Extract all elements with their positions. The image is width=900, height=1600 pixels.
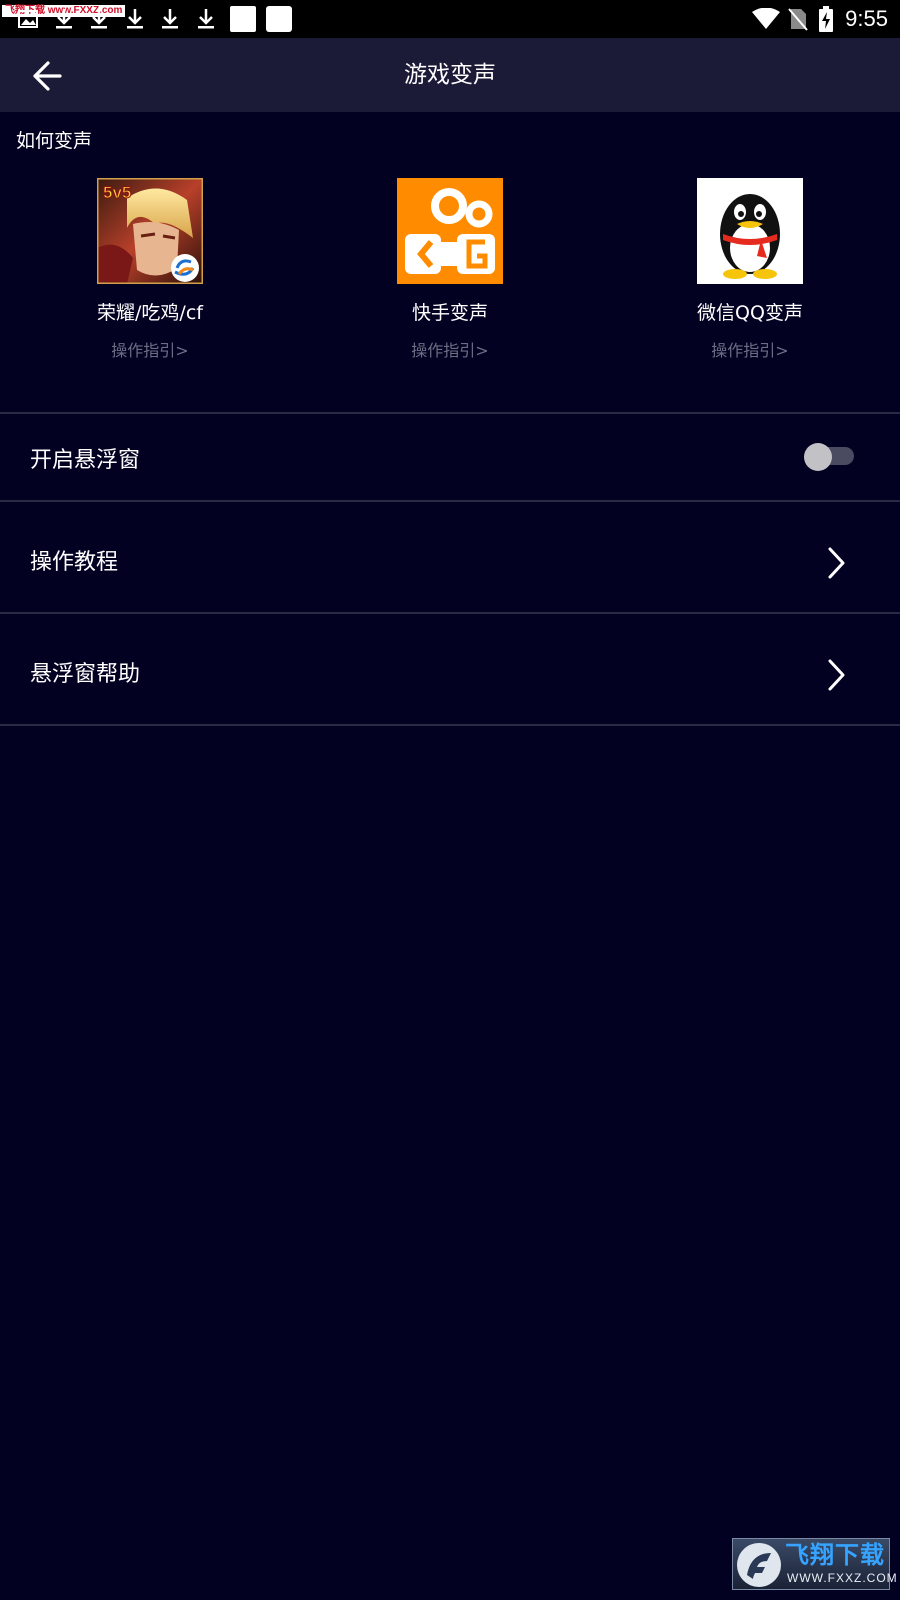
blank-square-icon — [230, 6, 256, 32]
status-time: 9:55 — [845, 6, 888, 31]
wifi-icon — [752, 8, 780, 29]
status-bar: 飞翔下载 www.FXXZ.com 9:55 — [0, 0, 900, 38]
chevron-right-icon — [828, 547, 845, 579]
tutorial-label: 操作教程 — [30, 550, 119, 575]
toggle-thumb — [804, 443, 832, 471]
download-icon — [162, 9, 178, 29]
qq-penguin-icon — [697, 178, 803, 284]
floating-window-toggle[interactable] — [804, 443, 854, 471]
watermark-title: 飞翔下载 — [785, 1541, 885, 1569]
floating-window-row[interactable]: 开启悬浮窗 — [0, 414, 900, 500]
app-name: 快手变声 — [411, 302, 488, 324]
hok-badge-text: 5v5 — [103, 183, 131, 202]
divider — [0, 724, 900, 726]
app-name: 荣耀/吃鸡/cf — [97, 302, 203, 324]
page-title: 游戏变声 — [404, 62, 496, 88]
app-name: 微信QQ变声 — [697, 302, 803, 324]
app-card-kuaishou[interactable]: 快手变声 操作指引> — [320, 178, 580, 362]
app-card-qq[interactable]: 微信QQ变声 操作指引> — [620, 178, 880, 362]
app-card-honor-of-kings[interactable]: 5v5 荣耀/吃鸡/cf 操作指引> — [20, 178, 280, 362]
download-icon — [91, 9, 107, 29]
blank-square-icon — [266, 6, 292, 32]
top-app-bar: 游戏变声 — [0, 38, 900, 112]
fxxz-logo-icon — [737, 1543, 781, 1587]
guide-link[interactable]: 操作指引> — [620, 340, 880, 362]
guide-link[interactable]: 操作指引> — [320, 340, 580, 362]
honor-of-kings-icon: 5v5 — [97, 178, 203, 284]
download-icon — [198, 9, 214, 29]
battery-charging-icon — [819, 6, 833, 32]
download-icon — [56, 9, 72, 29]
image-icon — [18, 10, 38, 28]
watermark-logo: 飞翔下载 WWW.FXXZ.COM — [732, 1538, 897, 1590]
floating-window-label: 开启悬浮窗 — [30, 448, 141, 473]
floating-help-label: 悬浮窗帮助 — [30, 662, 141, 687]
floating-help-row[interactable]: 悬浮窗帮助 — [0, 614, 900, 724]
watermark-url: WWW.FXXZ.COM — [787, 1571, 898, 1585]
download-icon — [127, 9, 143, 29]
app-list: 5v5 荣耀/吃鸡/cf 操作指引> 快手变声 操作指引> 微信QQ变声 操作指… — [0, 178, 900, 378]
chevron-right-icon — [828, 659, 845, 691]
section-label-how-to: 如何变声 — [16, 130, 93, 152]
kuaishou-icon — [397, 178, 503, 284]
tutorial-row[interactable]: 操作教程 — [0, 502, 900, 612]
guide-link[interactable]: 操作指引> — [20, 340, 280, 362]
no-sim-icon — [788, 8, 808, 31]
